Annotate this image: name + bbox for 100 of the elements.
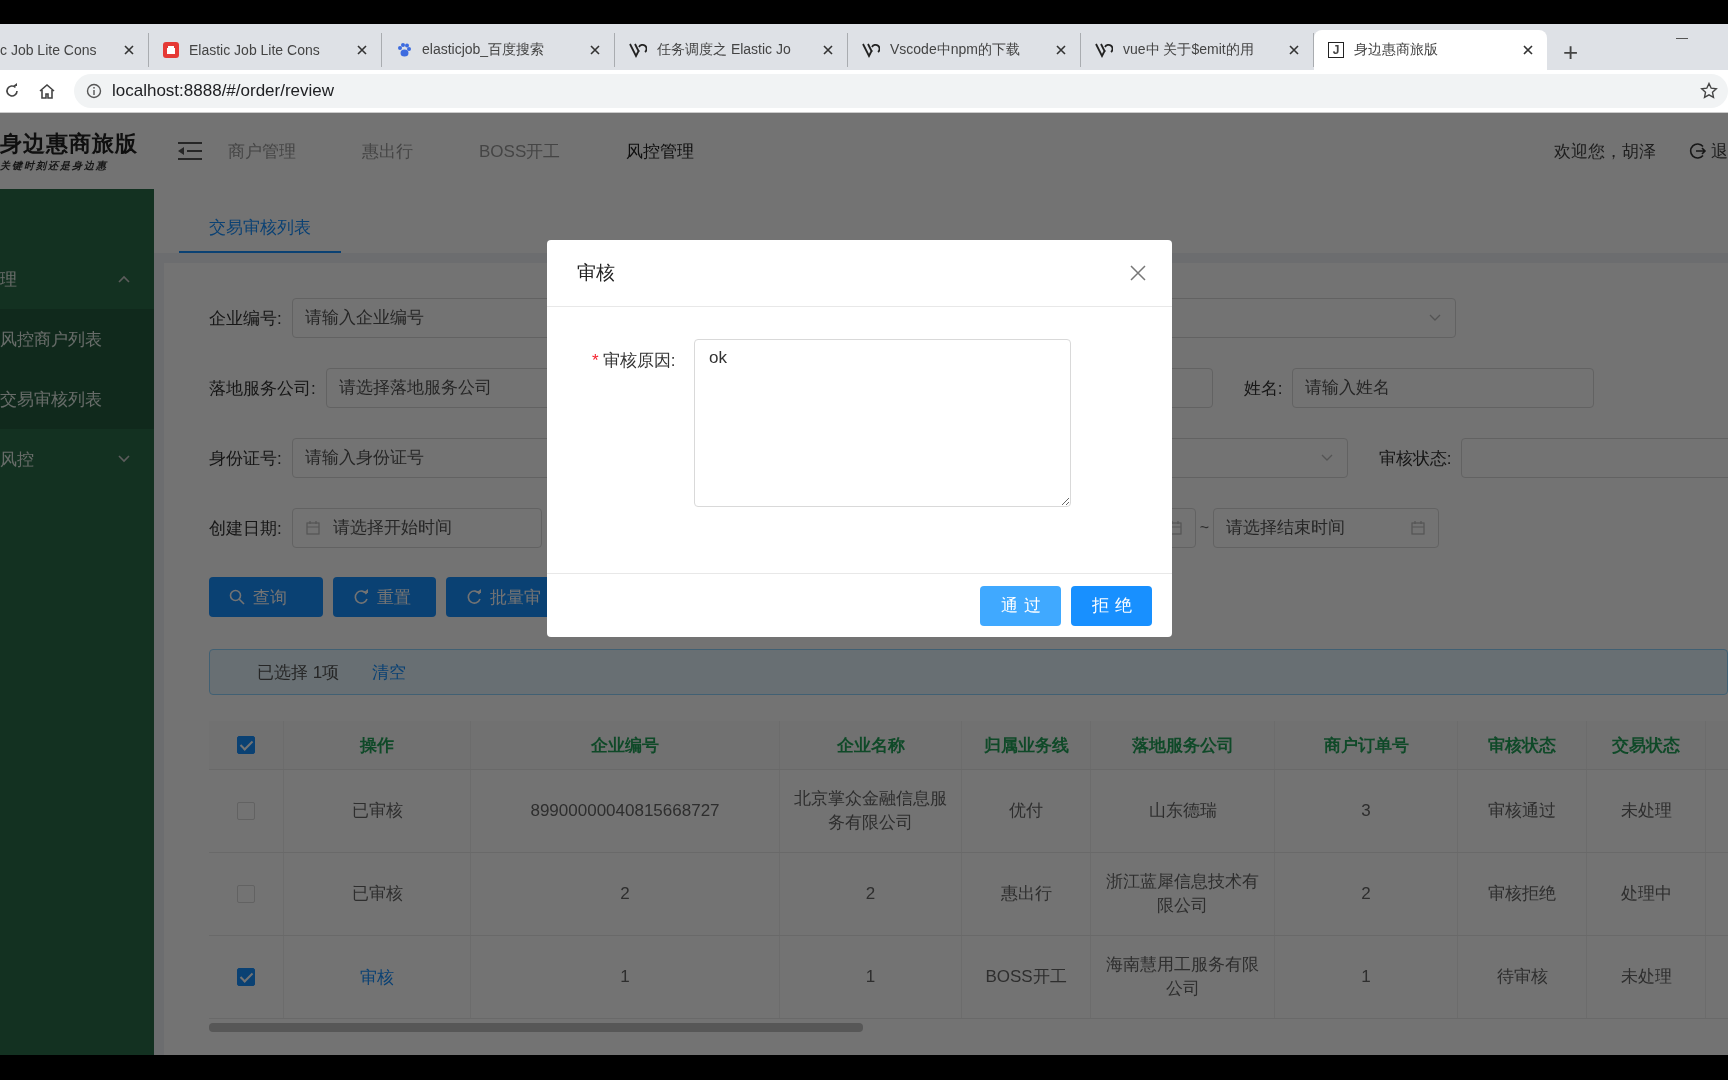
home-icon	[38, 83, 56, 99]
chevron-icon	[1428, 314, 1441, 322]
sidebar-item[interactable]: 交易审核列表	[0, 369, 154, 429]
browser-tab[interactable]: elasticjob_百度搜索	[382, 33, 615, 67]
date-field[interactable]: 请选择开始时间	[291, 508, 542, 548]
review-link[interactable]: 审核	[360, 965, 394, 989]
star-icon	[1700, 82, 1718, 100]
column-header: 归属业务线	[983, 734, 1069, 757]
table-cell-text: 北京掌众金融信息服务有限公司	[793, 788, 948, 834]
logo-text: 身边惠商旅版	[0, 129, 138, 158]
field-label: 姓名:	[1243, 377, 1283, 400]
required-mark: *	[592, 351, 599, 370]
sidebar-item[interactable]: 风控商户列表	[0, 309, 154, 369]
column-header: 交易状态	[1612, 734, 1680, 757]
column-header: 企业编号	[591, 734, 659, 757]
table-cell-text: 优付	[1009, 800, 1043, 823]
logout-link[interactable]: 退	[1689, 139, 1728, 163]
tab-title: 任务调度之 Elastic Jo	[657, 41, 792, 59]
address-bar[interactable]: localhost:8888/#/order/review	[74, 74, 1728, 108]
tab-title: elasticjob_百度搜索	[422, 41, 546, 59]
welcome-text: 欢迎您，胡泽	[1554, 140, 1656, 163]
calendar-icon	[1411, 521, 1426, 535]
field-label: 创建日期:	[209, 517, 282, 540]
v-logo-icon	[1095, 42, 1113, 58]
checkbox[interactable]	[237, 968, 255, 986]
field-label: 落地服务公司:	[209, 377, 316, 400]
page-tab[interactable]: 交易审核列表	[179, 203, 341, 253]
tab-title: Elastic Job Lite Cons	[189, 42, 321, 58]
paw-icon	[396, 42, 412, 58]
info-icon	[86, 83, 102, 99]
browser-tab[interactable]: 任务调度之 Elastic Jo	[615, 33, 848, 67]
search-button[interactable]: 查询	[209, 577, 323, 617]
reload-icon	[4, 83, 20, 99]
tab-title: vue中 关于$emit的用	[1123, 41, 1255, 59]
tab-title: 身边惠商旅版	[1354, 41, 1439, 59]
reject-button[interactable]: 拒绝	[1071, 585, 1152, 626]
close-icon	[124, 45, 134, 55]
field-label: 身份证号:	[209, 447, 282, 470]
browser-tab[interactable]: c Job Lite Cons	[0, 33, 149, 67]
table-cell-text: 处理中	[1620, 883, 1672, 906]
browser-tab[interactable]: J 身边惠商旅版	[1314, 30, 1547, 70]
table-cell-text: 2	[1361, 883, 1371, 906]
close-icon	[357, 45, 367, 55]
column-header: 商户订单号	[1323, 734, 1409, 757]
table-cell-text: 1	[620, 966, 630, 989]
dialog-title: 审核	[577, 261, 615, 285]
refresh-icon	[466, 589, 482, 605]
close-icon	[1130, 265, 1146, 281]
table-cell-text: 2	[865, 883, 876, 906]
table-cell-text: 2	[620, 883, 630, 906]
menu-icon	[178, 141, 202, 161]
column-header: 企业名称	[836, 734, 905, 757]
table-cell-text: 惠出行	[1000, 883, 1052, 906]
refresh-button[interactable]: 重置	[333, 577, 436, 617]
sidebar-group[interactable]: 理	[0, 249, 154, 309]
input-field[interactable]: 请输入姓名	[1292, 368, 1595, 408]
table-cell-text: 山东德瑞	[1148, 800, 1217, 823]
clear-link[interactable]: 清空	[372, 660, 407, 684]
new-tab-button[interactable]: +	[1563, 39, 1579, 65]
favicon: J	[1328, 42, 1344, 58]
selection-count: 已选择 1项	[257, 661, 340, 684]
tab-title: Vscode中npm的下载	[890, 41, 1021, 59]
table-cell-text: 已审核	[351, 800, 403, 823]
chevron-icon	[1320, 454, 1333, 462]
url-text: localhost:8888/#/order/review	[112, 81, 336, 101]
field-label: 审核状态:	[1378, 447, 1452, 470]
scrollbar-thumb[interactable]	[209, 1023, 863, 1032]
field-label: 企业编号:	[209, 307, 282, 330]
search-icon	[229, 589, 245, 605]
close-icon	[1523, 45, 1533, 55]
calendar-icon	[305, 521, 320, 535]
approve-button[interactable]: 通过	[980, 585, 1061, 626]
table-cell-text: 未处理	[1620, 800, 1672, 823]
app-icon	[163, 42, 179, 58]
logout-icon	[1689, 142, 1707, 160]
sidebar-group[interactable]: 风控	[0, 429, 154, 489]
table-cell-text: 89900000040815668727	[530, 800, 720, 823]
close-icon	[1289, 45, 1299, 55]
column-header: 操作	[360, 734, 394, 757]
table-cell-text: 1	[1361, 966, 1371, 989]
table-cell-text: 已审核	[351, 883, 403, 906]
table-cell-text: 1	[865, 966, 876, 989]
reason-text-area[interactable]: ok	[694, 339, 1071, 507]
table-cell-text: 待审核	[1496, 966, 1548, 989]
close-icon	[823, 45, 833, 55]
table-cell-text: 3	[1361, 800, 1371, 823]
close-button[interactable]	[1130, 265, 1146, 281]
close-icon	[1056, 45, 1066, 55]
table-cell-text: 海南慧用工服务有限公司	[1105, 954, 1260, 1000]
browser-tab[interactable]: Elastic Job Lite Cons	[149, 33, 382, 67]
v-logo-icon	[862, 42, 880, 58]
logo-slogan: 关键时刻还是身边惠	[0, 159, 108, 173]
browser-tab[interactable]: Vscode中npm的下载	[848, 33, 1081, 67]
nav-item[interactable]: 风控管理	[626, 139, 695, 163]
table-cell-text: BOSS开工	[985, 966, 1067, 989]
checkbox[interactable]	[237, 736, 255, 754]
date-field[interactable]: 请选择结束时间	[1213, 508, 1440, 548]
table-cell-text: 未处理	[1620, 966, 1672, 989]
v-logo-icon	[629, 42, 647, 58]
label-text: 审核原因:	[602, 351, 676, 370]
